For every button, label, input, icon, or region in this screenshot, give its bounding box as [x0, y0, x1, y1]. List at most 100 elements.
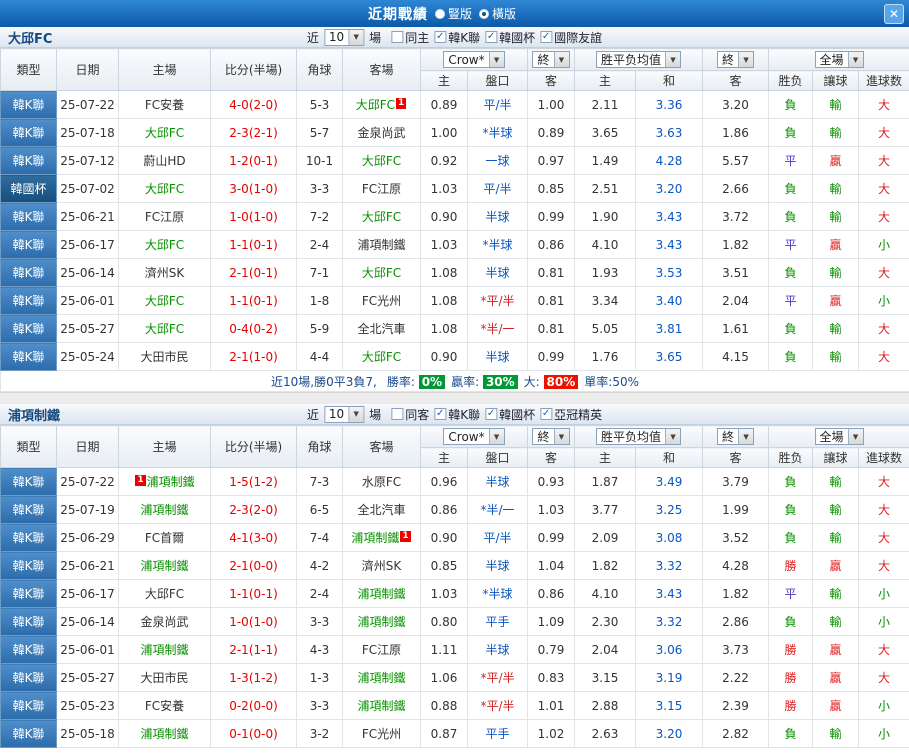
radio-icon[interactable]: [479, 8, 489, 19]
handicap-result: 輸: [812, 202, 860, 231]
result: 負: [768, 90, 814, 119]
handicap-result: 贏: [812, 635, 860, 664]
layout-radio-option[interactable]: 豎版: [434, 5, 472, 22]
avg-away-odds: 3.52: [702, 523, 770, 552]
team-section-pohang: 浦項制鐵 近 10 ▼ 場 同客 ✓ 韓K聯 ✓ 韓國杯 ✓ 亞冠精英 類型 日期: [0, 404, 909, 748]
home-team: 蔚山HD: [118, 146, 211, 175]
red-card-badge: 1: [400, 531, 411, 542]
checkbox-label: 韓國杯: [499, 30, 536, 45]
checkbox-icon[interactable]: ✓: [485, 408, 498, 420]
match-count-select[interactable]: 10 ▼: [323, 28, 365, 46]
handicap: 半球: [467, 635, 528, 664]
col-corners: 角球: [296, 425, 343, 468]
match-row: 韓K聯 25-07-19 浦項制鐵 2-3(2-0) 6-5 全北汽車 0.86 *半/一 1.…: [0, 495, 909, 524]
checkbox-icon[interactable]: ✓: [485, 31, 498, 43]
corners: 5-7: [296, 118, 343, 147]
filter-checkbox[interactable]: ✓ 國際友誼: [540, 29, 602, 46]
filter-checkbox[interactable]: ✓ 韓K聯: [434, 406, 480, 423]
filter-checkbox[interactable]: 同主: [391, 29, 429, 46]
avg-odds-select[interactable]: 胜平负均值 ▼: [596, 428, 682, 445]
stats-value-badge: 50%: [612, 374, 639, 389]
final-avg-select[interactable]: 終 ▼: [717, 428, 755, 445]
corners: 3-3: [296, 174, 343, 203]
avg-home-odds: 2.88: [574, 691, 636, 720]
corners: 7-1: [296, 258, 343, 287]
col-result: 胜负: [768, 447, 814, 468]
league-type-badge: 韓K聯: [0, 90, 57, 119]
avg-away-odds: 1.82: [702, 230, 770, 259]
checkbox-icon[interactable]: ✓: [540, 31, 553, 43]
team-name: 浦項制鐵: [357, 671, 406, 685]
avg-draw-odds: 3.63: [634, 118, 704, 147]
match-date: 25-06-14: [56, 258, 119, 287]
filter-checkbox[interactable]: ✓ 韓國杯: [485, 406, 535, 423]
league-type-badge: 韓K聯: [0, 118, 57, 147]
team-name: 大邱FC: [144, 322, 185, 336]
away-odds: 0.81: [527, 258, 575, 287]
filter-checkbox[interactable]: ✓ 亞冠精英: [540, 406, 602, 423]
avg-odds-select[interactable]: 胜平负均值 ▼: [596, 51, 682, 68]
checkbox-icon[interactable]: [391, 31, 404, 43]
team-name: 浦項制鐵: [140, 643, 189, 657]
full-match-select[interactable]: 全場 ▼: [814, 428, 864, 445]
handicap: *平/半: [467, 663, 528, 692]
filter-checkbox[interactable]: ✓ 韓國杯: [485, 29, 535, 46]
result: 勝: [768, 663, 814, 692]
radio-icon[interactable]: [434, 8, 445, 19]
team-name: 大邱FC: [144, 587, 185, 601]
final-avg-select[interactable]: 終 ▼: [717, 51, 755, 68]
corners: 7-3: [296, 467, 343, 496]
away-team: 全北汽車: [342, 495, 421, 524]
match-score: 0-4(0-2): [210, 314, 297, 343]
home-odds: 0.90: [420, 202, 468, 231]
result: 負: [768, 495, 814, 524]
home-odds: 1.08: [420, 286, 468, 315]
away-odds: 0.79: [527, 635, 575, 664]
match-row: 韓K聯 25-06-01 大邱FC 1-1(0-1) 1-8 FC光州 1.08 *平/半 0.…: [0, 286, 909, 315]
avg-away-odds: 3.73: [702, 635, 770, 664]
avg-away-odds: 3.20: [702, 90, 770, 119]
filter-checkbox[interactable]: ✓ 韓K聯: [434, 29, 480, 46]
full-match-cell: 全場 ▼: [768, 48, 909, 71]
handicap: *平/半: [467, 691, 528, 720]
avg-away-odds: 1.99: [702, 495, 770, 524]
away-odds: 0.97: [527, 146, 575, 175]
match-count-select[interactable]: 10 ▼: [323, 405, 365, 423]
avg-away-odds: 2.22: [702, 663, 770, 692]
full-match-select[interactable]: 全場 ▼: [814, 51, 864, 68]
avg-draw-odds: 3.43: [634, 202, 704, 231]
match-date: 25-05-23: [56, 691, 119, 720]
avg-home-odds: 3.77: [574, 495, 636, 524]
final-odds-select[interactable]: 終 ▼: [532, 51, 570, 68]
home-odds: 1.11: [420, 635, 468, 664]
avg-home-odds: 4.10: [574, 579, 636, 608]
odds-company-select[interactable]: Crow* ▼: [443, 51, 505, 68]
odds-company-select[interactable]: Crow* ▼: [443, 428, 505, 445]
away-odds: 0.81: [527, 286, 575, 315]
match-score: 2-1(0-0): [210, 551, 297, 580]
layout-radio-selected[interactable]: 橫版: [479, 5, 516, 22]
final-avg-cell: 終 ▼: [702, 425, 770, 448]
checkbox-icon[interactable]: ✓: [434, 31, 447, 43]
checkbox-icon[interactable]: ✓: [434, 408, 447, 420]
team-name: FC光州: [361, 294, 402, 308]
checkbox-icon[interactable]: ✓: [540, 408, 553, 420]
match-date: 25-07-22: [56, 467, 119, 496]
handicap-result: 輸: [812, 579, 860, 608]
result: 負: [768, 342, 814, 371]
home-team: 大田市民: [118, 663, 211, 692]
close-button[interactable]: ✕: [884, 3, 904, 24]
team-header: 大邱FC 近 10 ▼ 場 同主 ✓ 韓K聯 ✓ 韓國杯 ✓ 國際友誼: [0, 27, 909, 48]
corners: 7-4: [296, 523, 343, 552]
checkbox-icon[interactable]: [391, 408, 404, 420]
col-avg-home: 主: [574, 447, 636, 468]
avg-home-odds: 3.65: [574, 118, 636, 147]
match-row: 韓國杯 25-07-02 大邱FC 3-0(1-0) 3-3 FC江原 1.03 平/半 0.8…: [0, 174, 909, 203]
result: 負: [768, 523, 814, 552]
league-type-badge: 韓K聯: [0, 523, 57, 552]
goals-result: 大: [858, 523, 909, 552]
filter-checkbox[interactable]: 同客: [391, 406, 429, 423]
chevron-down-icon: ▼: [738, 52, 754, 67]
final-odds-select[interactable]: 終 ▼: [532, 428, 570, 445]
away-team: 大邱FC: [342, 146, 421, 175]
